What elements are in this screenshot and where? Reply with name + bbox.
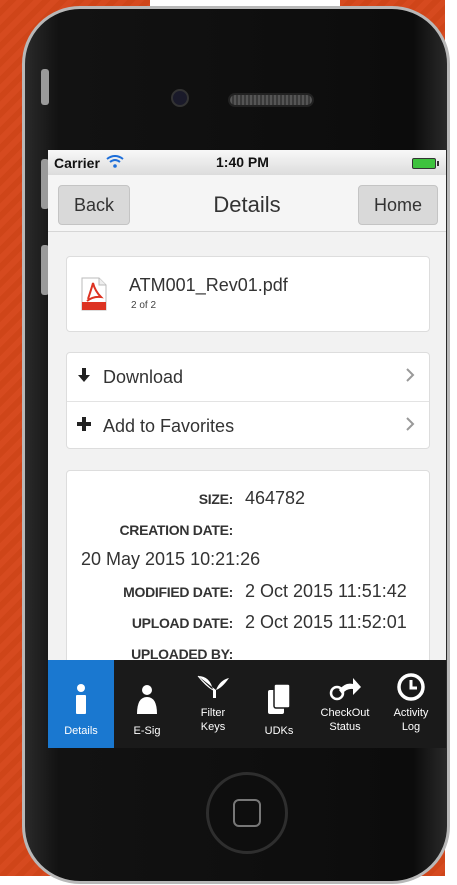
carrier-group: Carrier bbox=[54, 155, 124, 171]
file-card[interactable]: ATM001_Rev01.pdf 2 of 2 bbox=[66, 256, 430, 332]
size-value: 464782 bbox=[245, 488, 306, 508]
modified-date-label: MODIFIED DATE: bbox=[123, 584, 233, 600]
clock-icon bbox=[396, 668, 426, 702]
download-row[interactable]: Download bbox=[67, 353, 429, 401]
add-to-favorites-row[interactable]: Add to Favorites bbox=[67, 401, 429, 450]
tab-activity-log[interactable]: Activity Log bbox=[378, 660, 444, 748]
info-icon bbox=[74, 668, 88, 714]
chevron-right-icon bbox=[405, 416, 415, 437]
carrier-label: Carrier bbox=[54, 154, 100, 171]
nav-bar: Back Details Home bbox=[48, 175, 446, 232]
creation-date-value: 20 May 2015 10:21:26 bbox=[81, 549, 261, 569]
camera-icon bbox=[171, 89, 189, 107]
upload-date-label: UPLOAD DATE: bbox=[131, 615, 233, 631]
home-button[interactable]: Home bbox=[358, 185, 438, 225]
modified-date-row: MODIFIED DATE: 2 Oct 2015 11:51:42 bbox=[67, 580, 429, 611]
tab-esig[interactable]: E-Sig bbox=[114, 660, 180, 748]
file-page-count: 2 of 2 bbox=[131, 300, 157, 311]
battery-icon bbox=[412, 158, 439, 169]
tab-filter-keys[interactable]: Filter Keys bbox=[180, 660, 246, 748]
tab-bar: Details E-Sig Filter Keys UDKs CheckOut St… bbox=[48, 660, 446, 748]
modified-date-value: 2 Oct 2015 11:51:42 bbox=[245, 581, 407, 601]
size-label: SIZE: bbox=[198, 491, 234, 507]
upload-date-value: 2 Oct 2015 11:52:01 bbox=[245, 612, 407, 632]
add-to-favorites-label: Add to Favorites bbox=[103, 415, 235, 436]
status-bar: Carrier 1:40 PM bbox=[48, 150, 446, 175]
size-row: SIZE: 464782 bbox=[67, 487, 429, 518]
creation-date-row: CREATION DATE: bbox=[67, 518, 429, 549]
filter-keys-icon bbox=[196, 668, 230, 702]
tab-checkout-status-label: CheckOut Status bbox=[320, 707, 370, 733]
tab-udks-label: UDKs bbox=[264, 725, 294, 737]
phone-home-button[interactable] bbox=[206, 772, 288, 854]
creation-date-value-row: 20 May 2015 10:21:26 bbox=[67, 549, 429, 580]
tab-activity-log-label: Activity Log bbox=[393, 707, 429, 733]
person-icon bbox=[136, 668, 158, 714]
tab-esig-label: E-Sig bbox=[133, 725, 161, 737]
file-name: ATM001_Rev01.pdf bbox=[129, 275, 288, 295]
tab-udks[interactable]: UDKs bbox=[246, 660, 312, 748]
upload-date-row: UPLOAD DATE: 2 Oct 2015 11:52:01 bbox=[67, 611, 429, 642]
tab-filter-keys-label: Filter Keys bbox=[200, 707, 226, 733]
tab-details[interactable]: Details bbox=[48, 660, 114, 748]
pdf-icon bbox=[81, 277, 107, 311]
checkout-icon bbox=[329, 668, 361, 702]
wifi-icon bbox=[106, 154, 124, 171]
tab-checkout-status[interactable]: CheckOut Status bbox=[312, 660, 378, 748]
creation-date-label: CREATION DATE: bbox=[119, 522, 234, 538]
udks-icon bbox=[266, 668, 292, 714]
mute-switch bbox=[41, 69, 49, 105]
status-time: 1:40 PM bbox=[216, 154, 269, 170]
phone-screen: Carrier 1:40 PM Back Details Home ATM001… bbox=[48, 150, 446, 748]
tab-details-label: Details bbox=[64, 725, 98, 737]
download-label: Download bbox=[103, 366, 184, 387]
chevron-right-icon bbox=[405, 367, 415, 388]
download-icon bbox=[77, 367, 91, 387]
home-square-icon bbox=[233, 799, 261, 827]
speaker-grille bbox=[228, 93, 314, 107]
actions-list: Download Add to Favorites bbox=[66, 352, 430, 449]
plus-icon bbox=[77, 416, 91, 436]
